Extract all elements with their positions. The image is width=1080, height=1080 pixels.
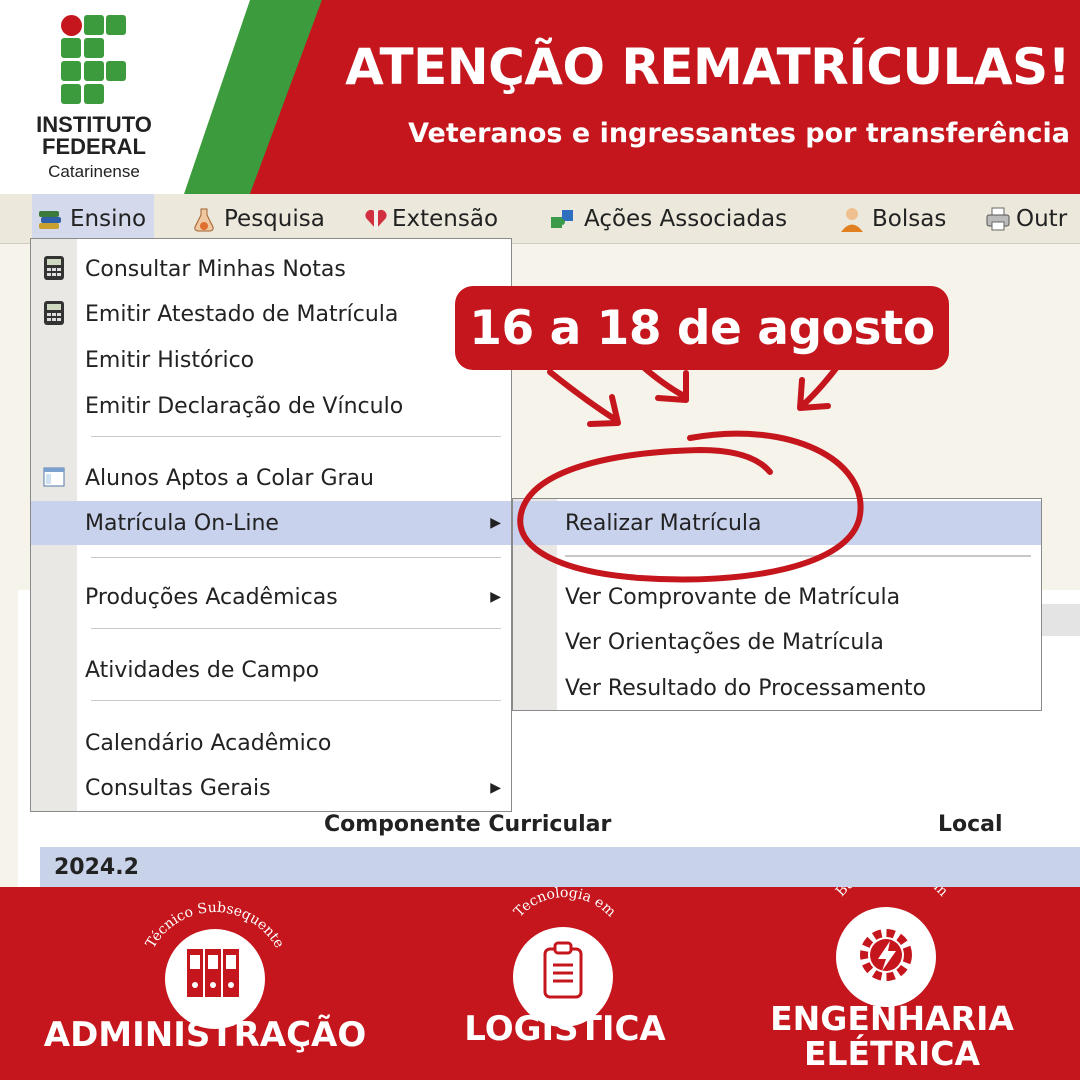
printer-icon	[984, 205, 1012, 233]
menu-bolsas[interactable]: Bolsas	[838, 194, 946, 244]
submenu-arrow-icon: ▶	[490, 780, 501, 796]
menu-item-producoes-academicas[interactable]: Produções Acadêmicas ▶	[31, 575, 511, 619]
menu-pesquisa[interactable]: Pesquisa	[190, 194, 325, 244]
menu-bar: Ensino Pesquisa Extensão Ações Associada…	[0, 194, 1080, 244]
menu-separator	[91, 628, 501, 630]
menu-item-label: Realizar Matrícula	[565, 510, 762, 536]
submenu-item-realizar-matricula[interactable]: Realizar Matrícula	[513, 501, 1041, 545]
menu-item-label: Matrícula On-Line	[85, 510, 279, 536]
period-row: 2024.2	[40, 847, 1080, 888]
menu-item-label: Alunos Aptos a Colar Grau	[85, 465, 374, 491]
svg-text:Tecnologia em: Tecnologia em	[511, 887, 619, 920]
flask-icon	[190, 205, 218, 233]
calculator-icon	[44, 301, 64, 325]
gear-lightning-icon	[836, 907, 936, 1007]
menu-item-consultas-gerais[interactable]: Consultas Gerais ▶	[31, 766, 511, 810]
menu-item-atestado-matricula[interactable]: Emitir Atestado de Matrícula	[31, 292, 511, 336]
menu-item-consultar-notas[interactable]: Consultar Minhas Notas	[31, 247, 511, 291]
course-level-label: Bacharelado em	[833, 887, 951, 900]
logo-wordmark: INSTITUTO FEDERAL	[18, 114, 170, 158]
menu-pesquisa-label: Pesquisa	[224, 206, 325, 232]
course-name-line2: ELÉTRICA	[803, 1034, 981, 1073]
binders-icon	[165, 929, 265, 1029]
menu-bolsas-label: Bolsas	[872, 206, 947, 232]
menu-item-label: Ver Comprovante de Matrícula	[565, 584, 901, 610]
course-engenharia-eletrica: Bacharelado em ENGENHARIA ELÉTRICA	[760, 887, 1060, 1080]
submenu-item-ver-resultado[interactable]: Ver Resultado do Processamento	[513, 666, 1041, 710]
menu-separator	[91, 700, 501, 702]
logo-line-catarinense: Catarinense	[48, 162, 140, 181]
matricula-submenu: Realizar Matrícula Ver Comprovante de Ma…	[512, 498, 1042, 711]
menu-separator	[91, 557, 501, 559]
menu-item-label: Emitir Declaração de Vínculo	[85, 393, 404, 419]
menu-ensino[interactable]: Ensino	[32, 194, 155, 244]
menu-acoes-associadas[interactable]: Ações Associadas	[548, 194, 787, 244]
menu-item-declaracao-vinculo[interactable]: Emitir Declaração de Vínculo	[31, 384, 511, 428]
menu-outros-label: Outr	[1016, 206, 1068, 232]
column-header-componente: Componente Curricular	[324, 812, 612, 837]
menu-item-label: Emitir Atestado de Matrícula	[85, 301, 399, 327]
logo-area: INSTITUTO FEDERAL Catarinense	[0, 0, 250, 194]
menu-item-label: Atividades de Campo	[85, 657, 320, 683]
menu-item-label: Emitir Histórico	[85, 347, 255, 373]
person-icon	[838, 205, 866, 233]
submenu-item-ver-orientacoes[interactable]: Ver Orientações de Matrícula	[513, 620, 1041, 664]
page-title: ATENÇÃO REMATRÍCULAS!	[345, 38, 1070, 96]
menu-item-label: Ver Resultado do Processamento	[565, 675, 927, 701]
calculator-icon	[44, 256, 64, 280]
books-icon	[36, 205, 64, 233]
courses-footer: Técnico Subsequente ADMINISTRAÇÃO Tecnol…	[0, 887, 1080, 1080]
course-name: LOGÍSTICA	[464, 1009, 666, 1049]
menu-item-calendario-academico[interactable]: Calendário Acadêmico	[31, 721, 511, 765]
course-name: ENGENHARIA ELÉTRICA	[760, 1001, 1024, 1071]
menu-separator	[565, 555, 1031, 557]
course-administracao: Técnico Subsequente ADMINISTRAÇÃO	[40, 887, 370, 1080]
menu-ensino-label: Ensino	[70, 206, 147, 232]
course-logistica: Tecnologia em LOGÍSTICA	[430, 887, 700, 1080]
column-header-local: Local	[938, 812, 1003, 837]
menu-extensao[interactable]: Extensão	[362, 194, 498, 244]
heart-gift-icon	[362, 205, 390, 233]
course-name-line1: ENGENHARIA	[770, 999, 1014, 1038]
submenu-arrow-icon: ▶	[490, 589, 501, 605]
menu-outros[interactable]: Outr	[984, 194, 1067, 244]
page-subtitle: Veteranos e ingressantes por transferênc…	[408, 118, 1070, 149]
menu-item-label: Ver Orientações de Matrícula	[565, 629, 884, 655]
header-banner: INSTITUTO FEDERAL Catarinense ATENÇÃO RE…	[0, 0, 1080, 194]
course-level-label: Tecnologia em	[511, 887, 619, 920]
svg-text:Bacharelado em: Bacharelado em	[833, 887, 951, 900]
submenu-arrow-icon: ▶	[490, 515, 501, 531]
table-header: Componente Curricular Local	[0, 808, 1080, 844]
ensino-dropdown-menu: Consultar Minhas Notas Emitir Atestado d…	[30, 238, 512, 812]
menu-extensao-label: Extensão	[392, 206, 499, 232]
menu-item-atividades-campo[interactable]: Atividades de Campo	[31, 648, 511, 692]
menu-separator	[91, 436, 501, 438]
logo-line-federal: FEDERAL	[42, 134, 146, 159]
menu-item-aptos-colar-grau[interactable]: Alunos Aptos a Colar Grau	[31, 456, 511, 500]
menu-item-label: Consultas Gerais	[85, 775, 271, 801]
date-badge: 16 a 18 de agosto	[455, 286, 949, 370]
course-name: ADMINISTRAÇÃO	[43, 1015, 367, 1055]
sigaa-screenshot: Ensino Pesquisa Extensão Ações Associada…	[0, 194, 1080, 888]
menu-item-matricula-online[interactable]: Matrícula On-Line ▶	[31, 501, 511, 545]
menu-item-label: Calendário Acadêmico	[85, 730, 332, 756]
menu-item-label: Produções Acadêmicas	[85, 584, 338, 610]
menu-item-emitir-historico[interactable]: Emitir Histórico	[31, 338, 511, 382]
submenu-item-ver-comprovante[interactable]: Ver Comprovante de Matrícula	[513, 575, 1041, 619]
puzzle-icon	[548, 205, 576, 233]
menu-item-label: Consultar Minhas Notas	[85, 256, 346, 282]
menu-acoes-associadas-label: Ações Associadas	[584, 206, 788, 232]
window-icon	[43, 467, 65, 487]
